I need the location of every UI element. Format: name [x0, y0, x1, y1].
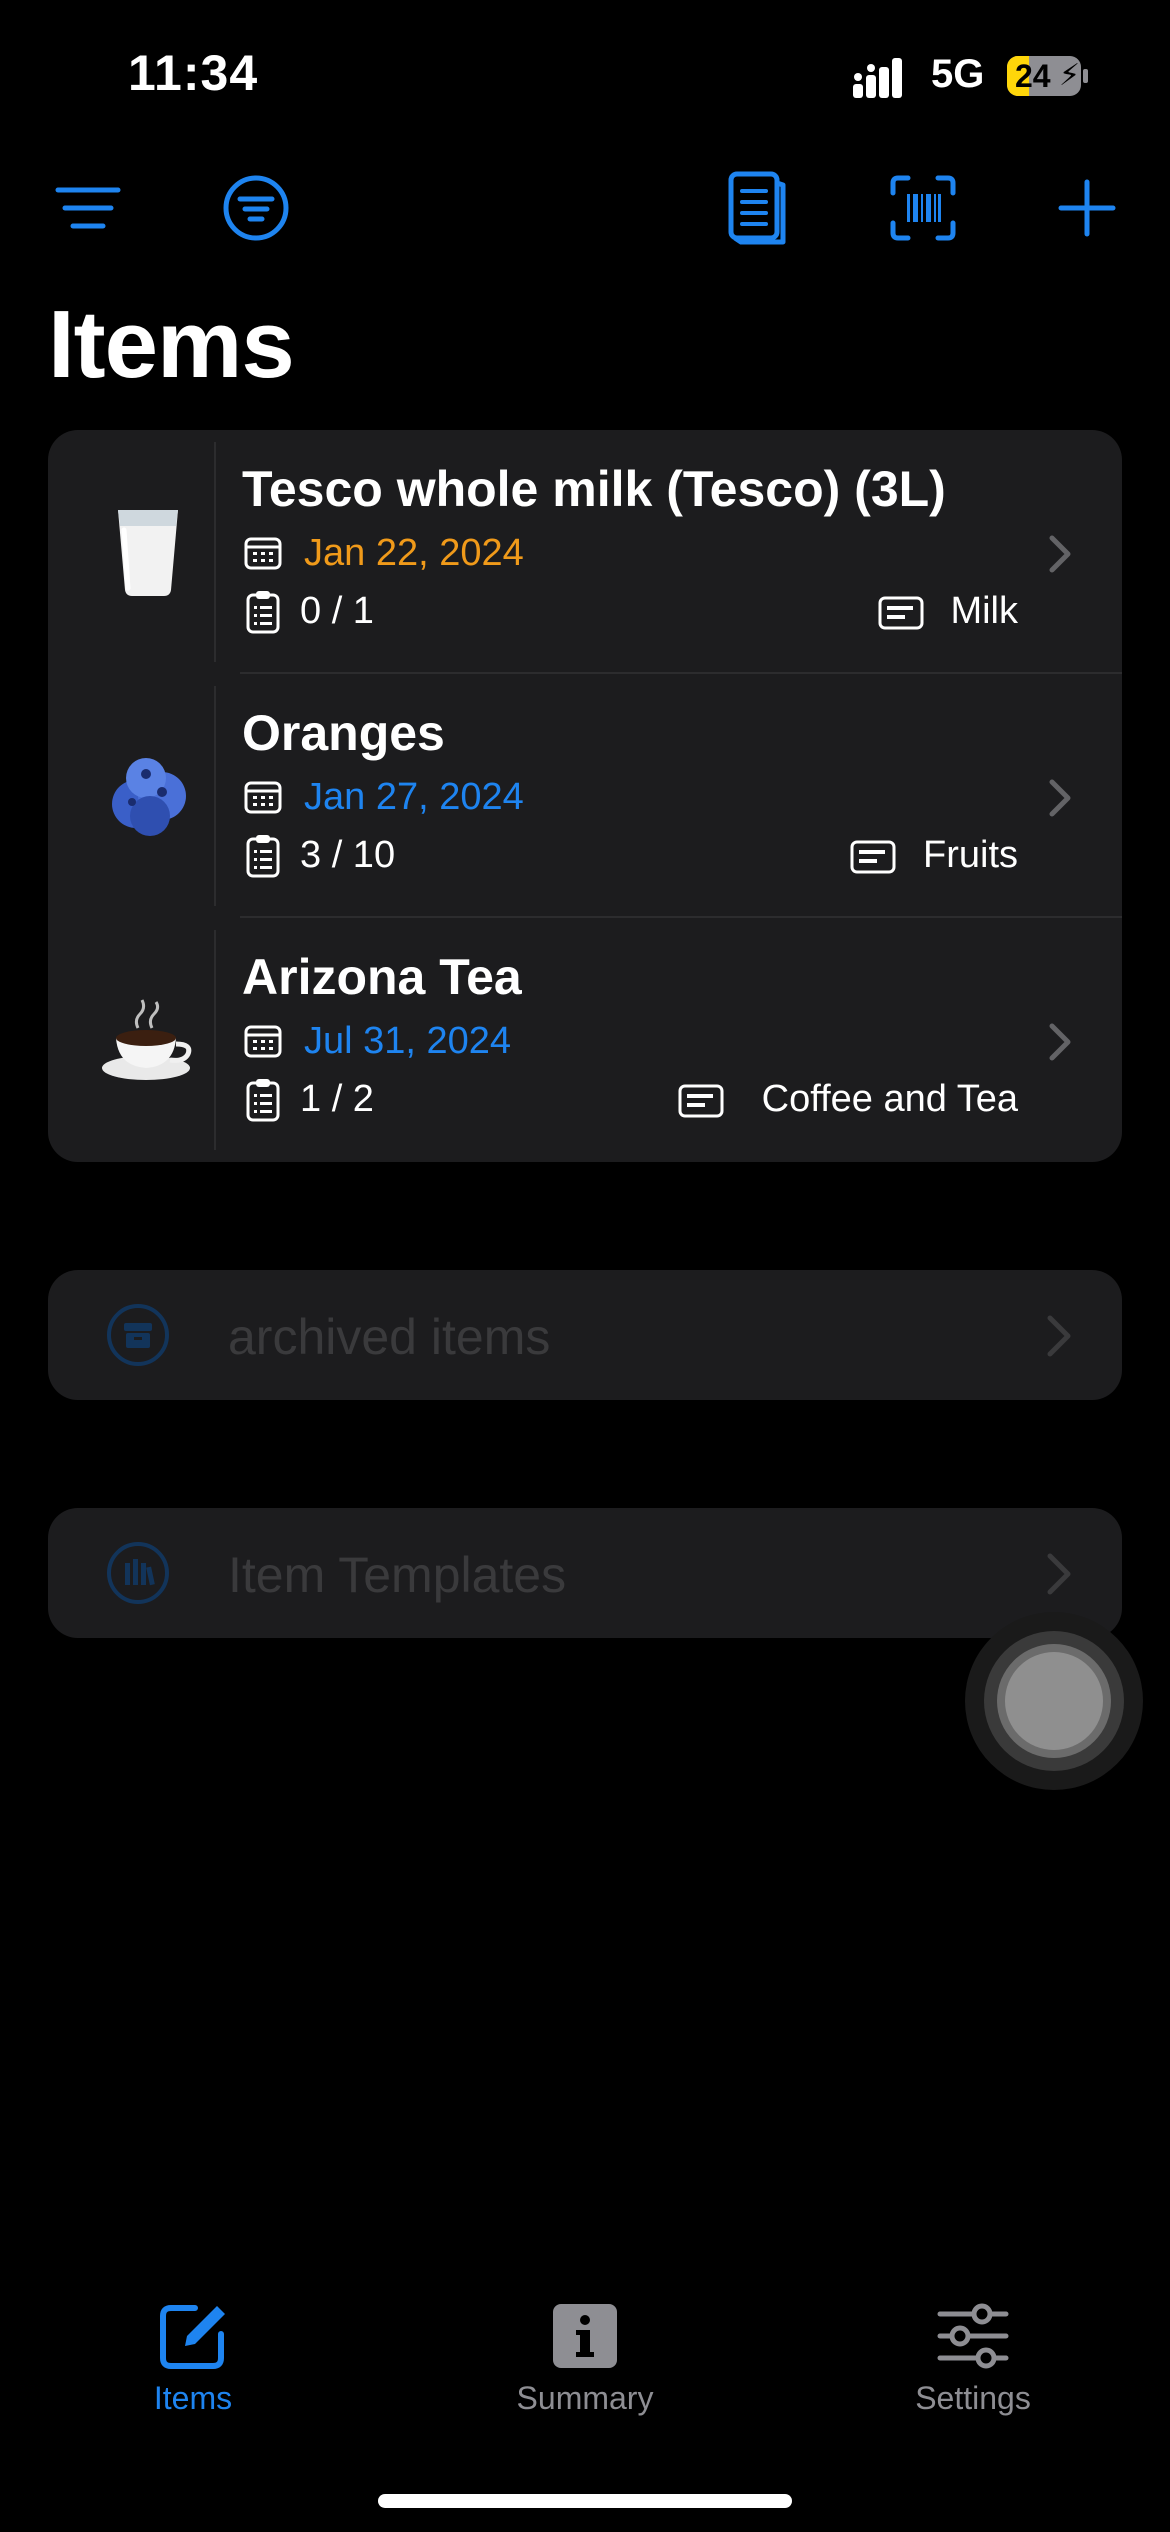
- row-divider: [214, 686, 216, 906]
- expiry-date: Jan 27, 2024: [304, 776, 524, 818]
- expiry-date: Jul 31, 2024: [304, 1020, 512, 1062]
- calendar-icon: [244, 1025, 282, 1058]
- category-tag-icon: [850, 840, 896, 874]
- item-templates-button[interactable]: Item Templates: [48, 1508, 1122, 1638]
- square-pencil-icon: [160, 2305, 225, 2369]
- tab-summary[interactable]: Summary: [465, 2300, 705, 2440]
- page-title: Items: [48, 291, 295, 398]
- item-category: Fruits: [923, 834, 1018, 876]
- item-quantity: 0 / 1: [300, 590, 374, 632]
- items-list: Tesco whole milk (Tesco) (3L) Jan 22, 20…: [48, 430, 1122, 1162]
- filter-circle-icon[interactable]: [216, 168, 296, 248]
- barcode-scan-icon[interactable]: [883, 168, 963, 248]
- battery-level: 24: [1015, 58, 1051, 94]
- row-divider: [214, 442, 216, 662]
- item-thumbnail: [98, 744, 198, 844]
- item-category: Coffee and Tea: [761, 1078, 1018, 1120]
- assistive-touch-button[interactable]: [965, 1612, 1143, 1790]
- item-thumbnail: [98, 500, 198, 600]
- item-name: Tesco whole milk (Tesco) (3L): [242, 461, 946, 517]
- item-category: Milk: [950, 590, 1018, 632]
- list-item[interactable]: Tesco whole milk (Tesco) (3L) Jan 22, 20…: [48, 430, 1122, 674]
- chevron-right-icon: [1049, 1023, 1071, 1061]
- charging-bolt-icon: ⚡: [1059, 59, 1081, 92]
- chevron-right-icon: [1047, 1553, 1071, 1595]
- archive-box-icon: [107, 1304, 169, 1366]
- item-name: Arizona Tea: [242, 949, 522, 1005]
- calendar-icon: [244, 537, 282, 570]
- list-item[interactable]: Arizona Tea Jul 31, 2024 1 / 2 Coffee an…: [48, 918, 1122, 1162]
- tab-settings-label: Settings: [915, 2380, 1031, 2416]
- network-type: 5G: [931, 52, 985, 96]
- category-tag-icon: [678, 1084, 724, 1118]
- clipboard-icon: [246, 591, 280, 634]
- tab-items-label: Items: [153, 2380, 233, 2416]
- cellular-signal-icon: [853, 58, 902, 98]
- status-time: 11:34: [128, 45, 259, 101]
- tab-summary-label: Summary: [516, 2380, 654, 2416]
- calendar-icon: [244, 781, 282, 814]
- item-name: Oranges: [242, 705, 445, 761]
- chevron-right-icon: [1049, 779, 1071, 817]
- info-square-icon: [553, 2304, 617, 2368]
- book-icon[interactable]: [716, 168, 796, 248]
- row-divider: [214, 930, 216, 1150]
- plus-icon[interactable]: [1047, 168, 1127, 248]
- clipboard-icon: [246, 1079, 280, 1122]
- item-quantity: 1 / 2: [300, 1078, 374, 1120]
- item-thumbnail: [98, 988, 198, 1088]
- item-templates-label: Item Templates: [228, 1547, 567, 1603]
- tab-items[interactable]: Items: [73, 2300, 313, 2440]
- archived-items-button[interactable]: archived items: [48, 1270, 1122, 1400]
- chevron-right-icon: [1047, 1315, 1071, 1357]
- list-item[interactable]: Oranges Jan 27, 2024 3 / 10 Fruits: [48, 674, 1122, 918]
- home-indicator[interactable]: [378, 2494, 792, 2508]
- category-tag-icon: [878, 596, 924, 630]
- item-quantity: 3 / 10: [300, 834, 396, 876]
- expiry-date: Jan 22, 2024: [304, 532, 524, 574]
- books-icon: [107, 1542, 169, 1604]
- archived-items-label: archived items: [228, 1309, 551, 1365]
- sliders-icon: [937, 2303, 1009, 2369]
- sort-lines-icon[interactable]: [48, 168, 128, 248]
- chevron-right-icon: [1049, 535, 1071, 573]
- tab-settings[interactable]: Settings: [853, 2300, 1093, 2440]
- battery-icon: 24 ⚡: [1007, 56, 1089, 96]
- clipboard-icon: [246, 835, 280, 878]
